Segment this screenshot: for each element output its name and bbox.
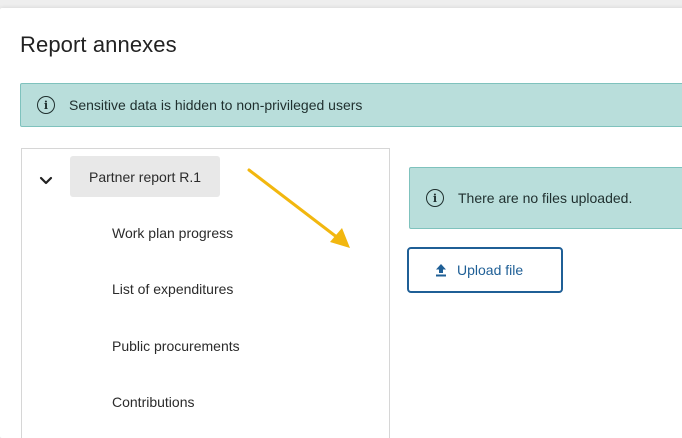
upload-file-button[interactable]: Upload file [407, 247, 563, 293]
no-files-alert-text: There are no files uploaded. [458, 190, 633, 206]
tree-node-partner-report[interactable]: Partner report R.1 [70, 156, 221, 197]
info-icon: i [426, 189, 444, 207]
report-annexes-panel: Report annexes i Sensitive data is hidde… [0, 8, 682, 438]
sensitive-data-alert: i Sensitive data is hidden to non-privil… [20, 83, 682, 127]
tree-node-contributions[interactable]: Contributions [112, 394, 195, 410]
sensitive-data-alert-text: Sensitive data is hidden to non-privileg… [69, 97, 363, 113]
upload-file-label: Upload file [457, 262, 524, 278]
no-files-alert: i There are no files uploaded. [409, 167, 682, 229]
tree-node-list-of-expenditures[interactable]: List of expenditures [112, 281, 233, 297]
tree-node-public-procurements[interactable]: Public procurements [112, 338, 240, 354]
page-title: Report annexes [20, 32, 177, 57]
chevron-down-icon[interactable] [38, 173, 54, 189]
annotation-arrow-icon [247, 168, 350, 248]
tree-node-work-plan-progress[interactable]: Work plan progress [112, 225, 233, 241]
info-icon: i [37, 96, 55, 114]
upload-arrow-icon [436, 264, 446, 277]
